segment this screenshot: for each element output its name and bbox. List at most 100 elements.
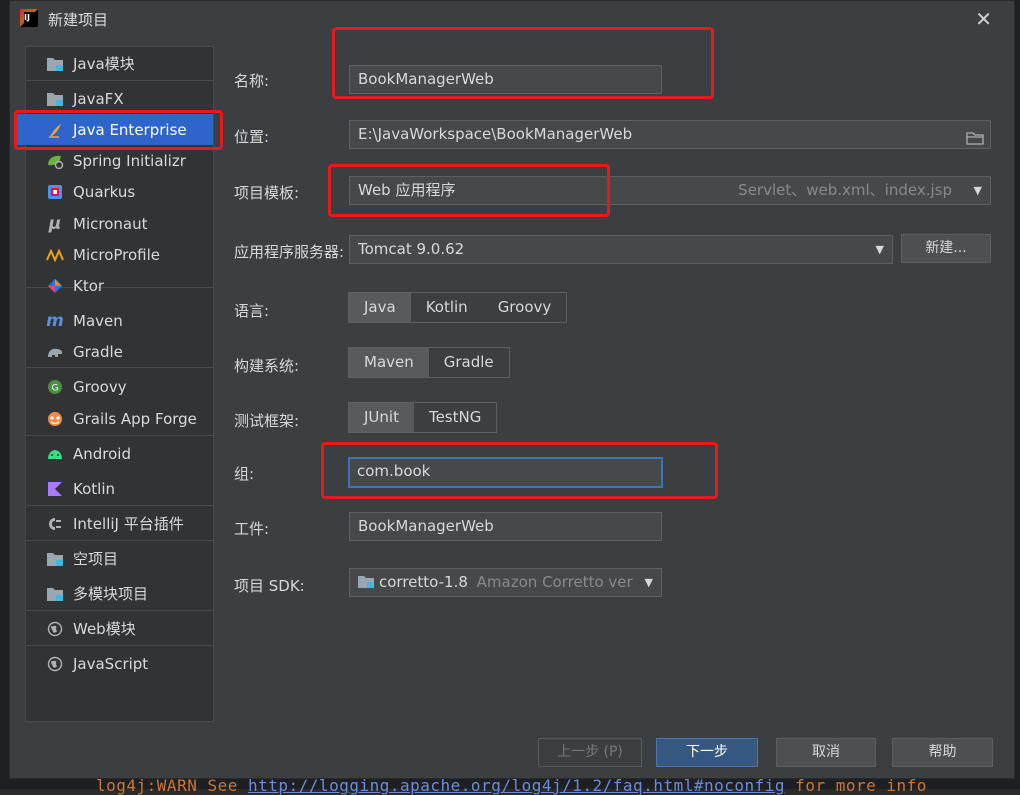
sidebar-item-label: Java模块 — [73, 55, 135, 73]
build-option-gradle[interactable]: Gradle — [429, 348, 509, 377]
sidebar-separator — [26, 645, 213, 646]
sidebar-item-spring-initializr[interactable]: Spring Initializr — [26, 145, 213, 176]
sidebar-item-label: IntelliJ 平台插件 — [73, 515, 184, 533]
sidebar-separator — [26, 505, 213, 506]
sidebar-item-ktor[interactable]: Ktor — [26, 270, 213, 301]
sidebar-item-micronaut[interactable]: μ Micronaut — [26, 208, 213, 239]
test-label: 测试框架: — [234, 412, 300, 430]
sidebar-item-label: Kotlin — [73, 479, 115, 498]
build-label: 构建系统: — [234, 357, 300, 375]
sidebar-item-label: 多模块项目 — [73, 585, 149, 603]
sdk-value: corretto-1.8 — [379, 573, 468, 591]
sidebar-item-quarkus[interactable]: Quarkus — [26, 176, 213, 207]
folder-module-icon — [46, 90, 64, 108]
sidebar-separator — [26, 367, 213, 368]
previous-button[interactable]: 上一步 (P) — [538, 738, 642, 767]
server-dropdown[interactable]: Tomcat 9.0.62 ▼ — [349, 235, 893, 264]
sidebar-separator — [26, 80, 213, 81]
test-option-testng[interactable]: TestNG — [414, 403, 496, 432]
folder-module-icon — [46, 55, 64, 73]
folder-browse-icon[interactable] — [966, 127, 984, 145]
test-option-junit[interactable]: JUnit — [349, 403, 414, 432]
close-icon[interactable]: ✕ — [975, 7, 992, 31]
sidebar-item-label: Gradle — [73, 342, 123, 361]
test-framework-selector: JUnit TestNG — [348, 402, 498, 433]
micronaut-icon: μ — [48, 213, 62, 234]
build-option-maven[interactable]: Maven — [349, 348, 429, 377]
sidebar-item-label: JavaScript — [73, 654, 149, 673]
microprofile-icon — [46, 246, 64, 264]
grails-icon — [46, 410, 64, 428]
sidebar-item-kotlin[interactable]: Kotlin — [26, 473, 213, 504]
language-label: 语言: — [234, 302, 270, 320]
spring-icon — [46, 152, 64, 170]
sidebar-item-item-16[interactable]: 多模块项目 — [26, 578, 213, 609]
location-value: E:\JavaWorkspace\BookManagerWeb — [358, 125, 633, 143]
sdk-folder-icon — [358, 570, 374, 588]
server-label: 应用程序服务器: — [234, 243, 345, 261]
name-field[interactable]: BookManagerWeb — [349, 65, 662, 94]
dialog-title: 新建项目 — [48, 11, 109, 29]
sidebar-item-gradle[interactable]: Gradle — [26, 336, 213, 367]
language-option-java[interactable]: Java — [349, 293, 411, 322]
maven-icon: m — [46, 310, 64, 331]
sidebar-item-java[interactable]: Java模块 — [26, 48, 213, 79]
sidebar-item-android[interactable]: Android — [26, 438, 213, 469]
sidebar-separator — [26, 610, 213, 611]
sidebar-item-javafx[interactable]: JavaFX — [26, 83, 213, 114]
name-label: 名称: — [234, 72, 270, 90]
sidebar-item-label: JavaFX — [73, 89, 124, 108]
sidebar-item-label: Quarkus — [73, 182, 136, 201]
help-button[interactable]: 帮助 — [892, 738, 993, 767]
template-value: Web 应用程序 — [358, 181, 456, 199]
sidebar-item-item-15[interactable]: 空项目 — [26, 543, 213, 574]
next-button[interactable]: 下一步 — [656, 738, 758, 767]
template-hint: Servlet、web.xml、index.jsp — [738, 181, 952, 199]
cancel-button[interactable]: 取消 — [776, 738, 876, 767]
server-value: Tomcat 9.0.62 — [358, 240, 465, 258]
sidebar-item-microprofile[interactable]: MicroProfile — [26, 239, 213, 270]
language-option-groovy[interactable]: Groovy — [483, 293, 567, 322]
sidebar-separator — [26, 540, 213, 541]
title-bar: IJ 新建项目 ✕ — [10, 1, 1014, 37]
language-option-kotlin[interactable]: Kotlin — [411, 293, 483, 322]
build-selector: Maven Gradle — [348, 347, 510, 378]
sidebar-item-intellij[interactable]: IntelliJ 平台插件 — [26, 508, 213, 539]
globe-icon — [46, 655, 64, 673]
svg-text:G: G — [52, 383, 59, 393]
location-field[interactable]: E:\JavaWorkspace\BookManagerWeb — [349, 120, 991, 149]
new-server-button[interactable]: 新建... — [901, 234, 991, 263]
sidebar-item-maven[interactable]: m Maven — [26, 305, 213, 336]
folder-module-icon — [46, 550, 64, 568]
sdk-hint: Amazon Corretto ver — [476, 573, 633, 591]
template-label: 项目模板: — [234, 184, 300, 202]
groovy-icon: G — [46, 378, 64, 396]
sidebar-item-label: Android — [73, 444, 131, 463]
sidebar-item-label: Maven — [73, 311, 123, 330]
template-dropdown[interactable]: Web 应用程序 Servlet、web.xml、index.jsp ▼ — [349, 176, 991, 205]
gradle-icon — [46, 343, 64, 361]
sidebar-item-groovy[interactable]: G Groovy — [26, 371, 213, 402]
ktor-icon — [46, 277, 64, 295]
chevron-down-icon: ▼ — [640, 569, 653, 596]
sidebar-item-label: Spring Initializr — [73, 151, 186, 170]
artifact-field[interactable]: BookManagerWeb — [349, 512, 662, 541]
sidebar-item-label: Groovy — [73, 377, 127, 396]
intellij-logo-icon: IJ — [20, 9, 38, 27]
sidebar-item-web[interactable]: Web模块 — [26, 613, 213, 644]
sidebar-item-label: Ktor — [73, 276, 105, 295]
sidebar-item-label: 空项目 — [73, 550, 119, 568]
chevron-down-icon: ▼ — [875, 243, 884, 256]
java-enterprise-icon — [46, 121, 64, 139]
sdk-dropdown[interactable]: corretto-1.8 Amazon Corretto ver ▼ — [349, 568, 662, 597]
sidebar-item-label: Web模块 — [73, 620, 136, 638]
folder-module-icon — [46, 585, 64, 603]
group-field[interactable]: com.book — [348, 457, 663, 488]
language-selector: Java Kotlin Groovy — [348, 292, 568, 323]
sidebar-item-java-enterprise[interactable]: Java Enterprise — [16, 114, 213, 145]
sidebar-item-javascript[interactable]: JavaScript — [26, 648, 213, 679]
chevron-down-icon: ▼ — [973, 184, 982, 197]
sidebar-item-label: Grails App Forge — [73, 409, 197, 428]
sidebar-item-grails-app-forge[interactable]: Grails App Forge — [26, 403, 213, 434]
project-type-sidebar: Java模块 JavaFX Java Enterprise Spring Initia… — [16, 46, 214, 722]
